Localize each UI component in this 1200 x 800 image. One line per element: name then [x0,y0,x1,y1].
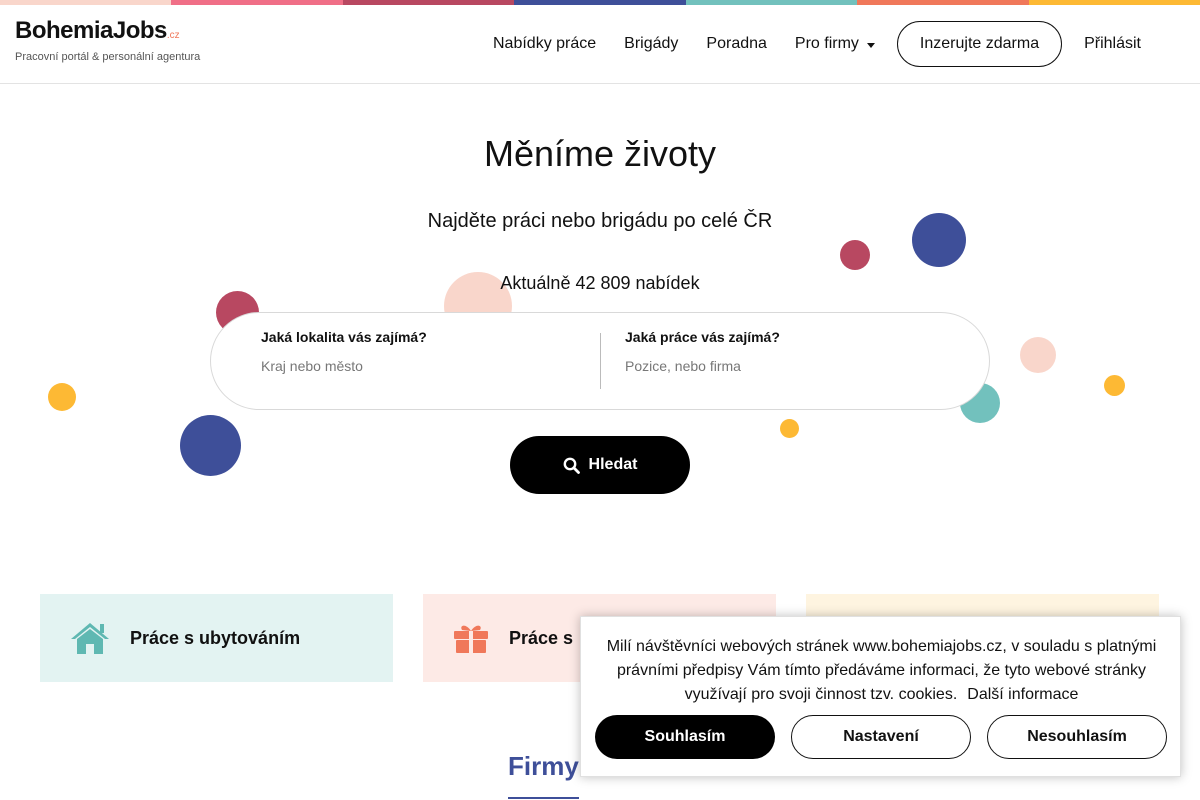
nav-companies-dropdown[interactable]: Pro firmy [795,35,875,53]
logo-tagline: Pracovní portál & personální agentura [15,51,201,63]
caret-down-icon [866,42,875,48]
logo-wordmark: BohemiaJobs.cz [15,17,200,50]
decor-bubble [180,415,241,476]
decor-bubble [1104,375,1125,396]
search-box: Jaká lokalita vás zajímá? Jaká práce vás… [210,312,990,410]
site-header: BohemiaJobs.cz Pracovní portál & personá… [0,5,1200,84]
cookie-accept-button[interactable]: Souhlasím [595,715,775,759]
cookie-more-info-link[interactable]: Další informace [967,686,1078,703]
nav-advice[interactable]: Poradna [706,35,767,53]
section-title: Firmy [508,751,579,781]
cookie-settings-button[interactable]: Nastavení [791,715,971,759]
nav-jobs[interactable]: Nabídky práce [493,35,596,53]
logo-text: BohemiaJobs [15,17,167,44]
search-button-label: Hledat [588,456,638,473]
main-nav: Nabídky práce Brigády Poradna Pro firmy … [493,21,1200,67]
section-title-underline [508,797,579,799]
advertise-button[interactable]: Inzerujte zdarma [896,21,1063,67]
decor-bubble [48,383,76,411]
search-icon [563,457,580,474]
search-button[interactable]: Hledat [510,436,690,494]
location-label: Jaká lokalita vás zajímá? [261,329,427,345]
offer-count: Aktuálně 42 809 nabídek [500,273,700,293]
nav-brigades[interactable]: Brigády [624,35,678,53]
job-field: Jaká práce vás zajímá? [625,329,925,376]
decor-bubble [1020,337,1056,373]
location-input[interactable] [261,358,561,374]
home-icon [71,623,109,654]
login-link[interactable]: Přihlásit [1084,35,1141,53]
cookie-decline-button[interactable]: Nesouhlasím [987,715,1167,759]
logo-tld: .cz [166,30,180,41]
hero-title: Měníme životy [483,133,717,174]
search-divider [600,333,601,389]
category-tile-accommodation[interactable]: Práce s ubytováním [40,594,393,682]
job-label: Jaká práce vás zajímá? [625,329,780,345]
category-label: Práce s ubytováním [130,627,301,648]
cookie-text-block: Milí návštěvníci webových stránek www.bo… [595,635,1168,707]
cookie-banner: Milí návštěvníci webových stránek www.bo… [580,616,1181,777]
location-field: Jaká lokalita vás zajímá? [261,329,561,376]
job-input[interactable] [625,358,925,374]
decor-bubble [780,419,799,438]
nav-companies-label: Pro firmy [794,35,859,52]
decor-bubble [840,240,870,270]
gift-icon [454,625,488,653]
hero-subtitle: Najděte práci nebo brigádu po celé ČR [427,210,773,232]
category-label: Práce s [509,627,574,648]
logo[interactable]: BohemiaJobs.cz Pracovní portál & personá… [15,17,200,63]
